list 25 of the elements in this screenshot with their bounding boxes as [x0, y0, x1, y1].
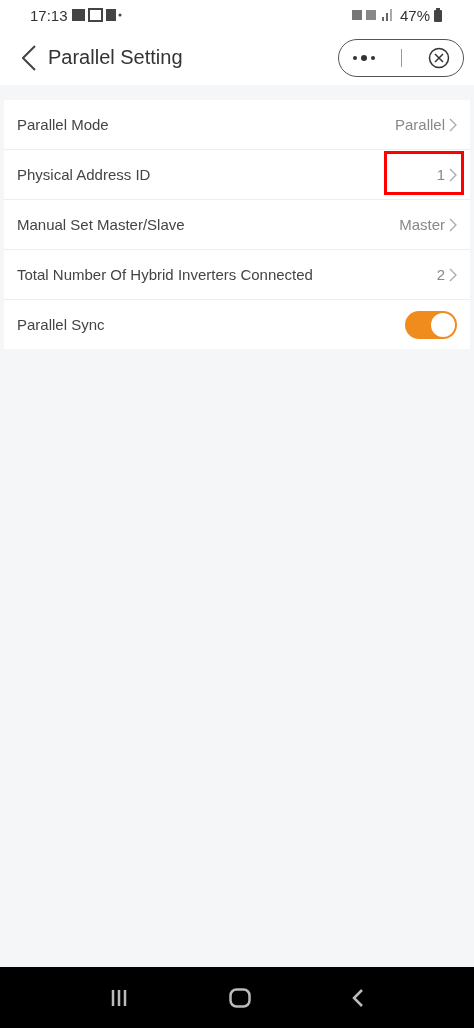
setting-value[interactable]: Master [399, 216, 445, 233]
close-icon[interactable] [428, 46, 451, 69]
battery-level: 47% [399, 6, 430, 24]
home-icon[interactable] [229, 987, 251, 1008]
setting-label: Parallel Mode [17, 116, 110, 133]
setting-label: Parallel Sync [17, 316, 106, 333]
setting-label: Physical Address ID [17, 166, 152, 183]
recent-apps-icon[interactable] [110, 988, 129, 1007]
battery-icon [434, 8, 442, 22]
status-time: 17:13 [30, 6, 68, 24]
setting-value[interactable]: 2 [436, 266, 445, 283]
chevron-icon [449, 117, 457, 132]
setting-value[interactable]: 1 [436, 166, 445, 183]
chevron-icon [449, 167, 457, 182]
notification-icons [71, 8, 122, 22]
chevron-icon [449, 217, 457, 232]
setting-value[interactable]: Parallel [394, 116, 445, 133]
page-title: Parallel Setting [48, 46, 184, 69]
back-icon[interactable] [351, 987, 364, 1008]
toggle-switch[interactable] [405, 310, 457, 339]
back-icon[interactable] [22, 44, 36, 71]
setting-label: Total Number Of Hybrid Inverters Connected [17, 266, 314, 283]
setting-label: Manual Set Master/Slave [17, 216, 186, 233]
more-icon[interactable] [351, 53, 376, 62]
chevron-icon [449, 267, 457, 282]
